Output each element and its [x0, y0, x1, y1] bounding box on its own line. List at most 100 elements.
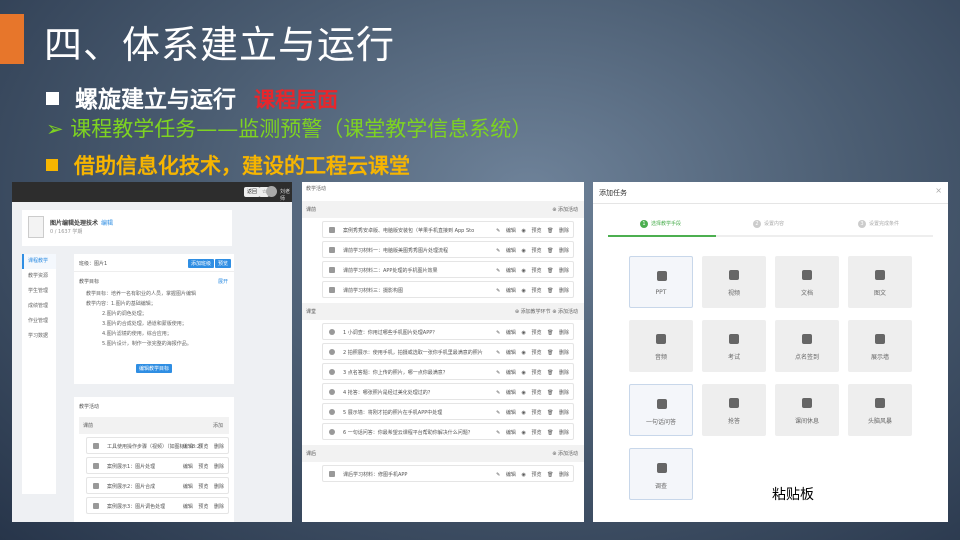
sidebar-item[interactable]: 教学资源	[22, 269, 56, 284]
delete-button[interactable]: 🗑 删除	[547, 228, 569, 234]
tile-one-sentence[interactable]: 一句话问答	[629, 384, 693, 436]
sidebar-item[interactable]: 作业管理	[22, 314, 56, 329]
activity-item[interactable]: 6 一句话问答：你最希望云课程平台帮助你解决什么问题？ ✎ 编辑 ◉ 预览 🗑 删…	[322, 423, 574, 440]
expand-link[interactable]: 展开	[218, 278, 228, 285]
add-activity-button[interactable]: ⊕ 添加教学环节 ⊕ 添加活动	[515, 308, 578, 315]
add-activity-button[interactable]: ⊕ 添加活动	[552, 450, 578, 457]
avatar[interactable]	[266, 186, 277, 197]
activity-item[interactable]: 工具使用操作步骤（视频）（如图标）（8:2） 编辑 预览 删除	[86, 437, 229, 454]
tile-roll-call[interactable]: 点名签到	[775, 320, 839, 372]
activity-title: 案例展示1：图片处理	[107, 464, 156, 470]
activity-item[interactable]: 案例展示3：图片调色处理 编辑 预览 删除	[86, 497, 229, 514]
edit-button[interactable]: ✎ 编辑	[496, 390, 516, 396]
delete-button[interactable]: 🗑 删除	[547, 472, 569, 478]
sidebar-item[interactable]: 学习数据	[22, 329, 56, 344]
activity-item[interactable]: 课前学习材料三：摄影构图 ✎ 编辑 ◉ 预览 🗑 删除	[322, 281, 574, 298]
activity-ops[interactable]: 编辑 预览 删除	[183, 443, 224, 450]
close-icon[interactable]: ×	[935, 186, 942, 195]
edit-button[interactable]: ✎ 编辑	[496, 472, 516, 478]
preview-button[interactable]: ◉ 预览	[522, 390, 542, 396]
preview-button[interactable]: 预览	[214, 259, 231, 268]
goal-line: 2.图片的调色处理；	[102, 311, 147, 317]
tile-video[interactable]: 视频	[702, 256, 766, 308]
edit-goal-button[interactable]: 编辑教学目标	[136, 364, 173, 373]
delete-button[interactable]: 🗑 删除	[547, 268, 569, 274]
edit-button[interactable]: ✎ 编辑	[496, 430, 516, 436]
preview-button[interactable]: ◉ 预览	[522, 330, 542, 336]
activity-item[interactable]: 课后学习材料：修图手机APP ✎ 编辑 ◉ 预览 🗑 删除	[322, 465, 574, 482]
activity-label: 教学活动	[79, 404, 100, 410]
section-in-class: 课堂 ⊕ 添加教学环节 ⊕ 添加活动	[302, 303, 584, 320]
add-activity-button[interactable]: ⊕ 添加活动	[552, 206, 578, 213]
tile-image-text[interactable]: 图文	[848, 256, 912, 308]
sidebar-item[interactable]: 课程教学	[22, 254, 56, 269]
activity-item[interactable]: 3 点名答题：你上传的照片，哪一点你最满意？ ✎ 编辑 ◉ 预览 🗑 删除	[322, 363, 574, 380]
delete-button[interactable]: 🗑 删除	[547, 330, 569, 336]
preview-button[interactable]: ◉ 预览	[522, 350, 542, 356]
tile-showcase-wall[interactable]: 展示墙	[848, 320, 912, 372]
activity-title: 课前学习材料三：摄影构图	[343, 288, 404, 294]
activity-item[interactable]: 4 抢答：哪张照片是经过美化处理过的？ ✎ 编辑 ◉ 预览 🗑 删除	[322, 383, 574, 400]
chat-icon	[657, 399, 667, 409]
tile-label: 头脑风暴	[867, 418, 892, 425]
delete-button[interactable]: 🗑 删除	[547, 430, 569, 436]
delete-button[interactable]: 🗑 删除	[547, 370, 569, 376]
step-1[interactable]: 1 选择教学手段	[640, 220, 681, 228]
preview-button[interactable]: ◉ 预览	[522, 248, 542, 254]
tile-quick-answer[interactable]: 抢答	[702, 384, 766, 436]
delete-button[interactable]: 🗑 删除	[547, 288, 569, 294]
edit-button[interactable]: ✎ 编辑	[496, 268, 516, 274]
tile-label: 展示墙	[870, 354, 889, 361]
activity-item[interactable]: 案例秀秀安卓版、电脑版安装包（苹果手机直接到 App Sto ✎ 编辑 ◉ 预览 …	[322, 221, 574, 238]
activity-item[interactable]: 案例展示2：图片合成 编辑 预览 删除	[86, 477, 229, 494]
preview-button[interactable]: ◉ 预览	[522, 268, 542, 274]
delete-button[interactable]: 🗑 删除	[547, 248, 569, 254]
tile-ppt[interactable]: PPT	[629, 256, 693, 308]
tile-document[interactable]: 文档	[775, 256, 839, 308]
activity-ops[interactable]: 编辑 预览 删除	[183, 503, 224, 510]
ppt-icon	[657, 271, 667, 281]
preview-button[interactable]: ◉ 预览	[522, 228, 542, 234]
activity-item[interactable]: 案例展示1：图片处理 编辑 预览 删除	[86, 457, 229, 474]
sidebar-item[interactable]: 学生管理	[22, 284, 56, 299]
edit-button[interactable]: ✎ 编辑	[496, 228, 516, 234]
preview-button[interactable]: ◉ 预览	[522, 288, 542, 294]
tile-exam[interactable]: 考试	[702, 320, 766, 372]
tile-break[interactable]: 课间休息	[775, 384, 839, 436]
back-button[interactable]: 返回	[244, 187, 261, 197]
edit-button[interactable]: ✎ 编辑	[496, 370, 516, 376]
delete-button[interactable]: 🗑 删除	[547, 390, 569, 396]
activity-item[interactable]: 2 拍照展示：使用手机，拍摄或选取一张你手机里最满意的照片 ✎ 编辑 ◉ 预览 🗑…	[322, 343, 574, 360]
step-3[interactable]: 3 设置完成条件	[858, 220, 899, 228]
tile-audio[interactable]: 音频	[629, 320, 693, 372]
activity-title: 2 拍照展示：使用手机，拍摄或选取一张你手机里最满意的照片	[343, 350, 483, 356]
edit-button[interactable]: ✎ 编辑	[496, 288, 516, 294]
activity-item[interactable]: 5 展示墙：将刚才拍的照片在手机APP中处理 ✎ 编辑 ◉ 预览 🗑 删除	[322, 403, 574, 420]
step-2[interactable]: 2 设置内容	[753, 220, 784, 228]
activity-item[interactable]: 课前学习材料二：APP处理的手机图片效果 ✎ 编辑 ◉ 预览 🗑 删除	[322, 261, 574, 278]
course-edit-link[interactable]: 编辑	[101, 220, 113, 227]
edit-button[interactable]: ✎ 编辑	[496, 410, 516, 416]
preview-button[interactable]: ◉ 预览	[522, 410, 542, 416]
sidebar-item[interactable]: 成绩管理	[22, 299, 56, 314]
delete-button[interactable]: 🗑 删除	[547, 350, 569, 356]
preview-button[interactable]: ◉ 预览	[522, 472, 542, 478]
add-activity-button[interactable]: 添加	[213, 422, 223, 429]
step-number: 3	[858, 220, 866, 228]
activity-title: 6 一句话问答：你最希望云课程平台帮助你解决什么问题？	[343, 430, 473, 436]
tile-brainstorm[interactable]: 头脑风暴	[848, 384, 912, 436]
edit-button[interactable]: ✎ 编辑	[496, 330, 516, 336]
delete-button[interactable]: 🗑 删除	[547, 410, 569, 416]
section-row: 课前 添加	[79, 417, 229, 434]
tile-survey[interactable]: 调查	[629, 448, 693, 500]
activity-item[interactable]: 课前学习材料一：电脑版美图秀秀图片处理流程 ✎ 编辑 ◉ 预览 🗑 删除	[322, 241, 574, 258]
activity-ops[interactable]: 编辑 预览 删除	[183, 483, 224, 490]
document-icon	[329, 471, 335, 477]
edit-button[interactable]: ✎ 编辑	[496, 350, 516, 356]
edit-button[interactable]: ✎ 编辑	[496, 248, 516, 254]
preview-button[interactable]: ◉ 预览	[522, 370, 542, 376]
activity-item[interactable]: 1 小调查：你用过哪些手机图片处理APP？ ✎ 编辑 ◉ 预览 🗑 删除	[322, 323, 574, 340]
activity-ops[interactable]: 编辑 预览 删除	[183, 463, 224, 470]
preview-button[interactable]: ◉ 预览	[522, 430, 542, 436]
add-class-button[interactable]: 添加班级	[187, 259, 214, 268]
